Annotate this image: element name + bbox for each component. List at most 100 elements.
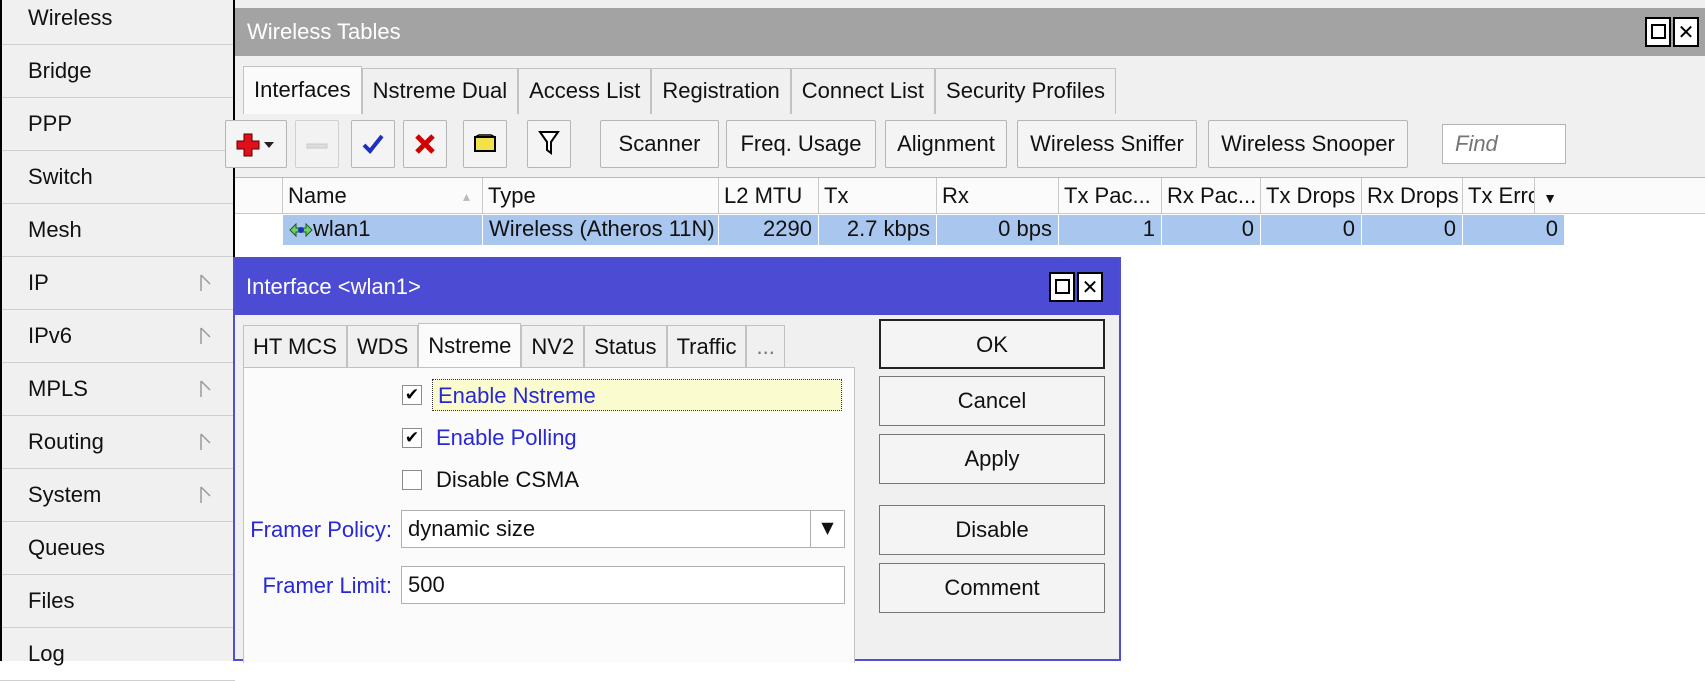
- tab-registration[interactable]: Registration: [651, 68, 791, 114]
- menu-item-log[interactable]: Log: [0, 628, 235, 681]
- menu-item-label: Wireless: [28, 5, 113, 30]
- column-header-name[interactable]: Name ▴: [283, 178, 483, 214]
- table-header: Name ▴ Type L2 MTU Tx Rx Tx Pac... Rx Pac…: [235, 178, 1705, 214]
- column-header-label: Name: [288, 183, 347, 208]
- window-titlebar[interactable]: Wireless Tables ✕: [235, 8, 1705, 56]
- cancel-button[interactable]: Cancel: [879, 376, 1105, 426]
- close-icon: ✕: [1081, 275, 1099, 299]
- dialog-maximize-button[interactable]: [1049, 272, 1075, 302]
- tab-status[interactable]: Status: [584, 325, 667, 369]
- comment-button[interactable]: [463, 120, 507, 168]
- enable-button[interactable]: [351, 120, 395, 168]
- menu-item-ip[interactable]: IP: [0, 257, 235, 310]
- column-header-rx-packets[interactable]: Rx Pac...: [1162, 178, 1261, 214]
- menu-item-label: Files: [28, 588, 75, 613]
- tab-access-list[interactable]: Access List: [518, 68, 652, 114]
- column-header-rx[interactable]: Rx: [937, 178, 1059, 214]
- dialog-titlebar[interactable]: Interface <wlan1> ✕: [235, 259, 1119, 315]
- cell-rx-drops: 0: [1362, 215, 1463, 245]
- submenu-arrow-icon: [200, 274, 211, 291]
- columns-menu-button[interactable]: ▼: [1535, 178, 1565, 214]
- find-input[interactable]: [1442, 124, 1566, 164]
- column-header-tx-packets[interactable]: Tx Pac...: [1059, 178, 1162, 214]
- maximize-button[interactable]: [1645, 17, 1671, 47]
- column-header-rx-drops[interactable]: Rx Drops: [1362, 178, 1463, 214]
- framer-limit-label: Framer Limit:: [262, 573, 392, 598]
- wireless-interface-icon: [289, 222, 313, 238]
- close-button[interactable]: ✕: [1673, 17, 1699, 47]
- filter-button[interactable]: [527, 120, 571, 168]
- tab-more[interactable]: ...: [746, 325, 785, 369]
- main-menu-list: Wireless Bridge PPP Switch Mesh IP IPv6 …: [0, 0, 235, 681]
- menu-item-files[interactable]: Files: [0, 575, 235, 628]
- submenu-arrow-icon: [200, 380, 211, 397]
- menu-item-mpls[interactable]: MPLS: [0, 363, 235, 416]
- tab-security-profiles[interactable]: Security Profiles: [935, 68, 1116, 114]
- framer-policy-select[interactable]: dynamic size ▼: [401, 510, 845, 548]
- enable-nstreme-checkbox[interactable]: ✔: [402, 385, 422, 405]
- cell-text: wlan1: [313, 216, 371, 241]
- column-header-flags[interactable]: [235, 178, 283, 214]
- menu-item-mesh[interactable]: Mesh: [0, 204, 235, 257]
- menu-item-label: Routing: [28, 429, 104, 454]
- cell-rx-packets: 0: [1162, 215, 1261, 245]
- close-icon: ✕: [1677, 20, 1695, 44]
- tab-interfaces[interactable]: Interfaces: [243, 66, 362, 114]
- tab-wds[interactable]: WDS: [346, 325, 419, 369]
- comment-button[interactable]: Comment: [879, 563, 1105, 613]
- remove-button[interactable]: [295, 120, 339, 168]
- cell-rx: 0 bps: [937, 215, 1059, 245]
- tab-connect-list[interactable]: Connect List: [790, 68, 936, 114]
- add-button[interactable]: [225, 120, 287, 168]
- column-header-tx-errors[interactable]: Tx Erro: [1463, 178, 1535, 214]
- note-icon: [474, 134, 496, 152]
- menu-item-label: Log: [28, 641, 65, 666]
- dropdown-arrow-icon[interactable]: ▼: [810, 511, 844, 547]
- interface-dialog: Interface <wlan1> ✕ HT MCS WDS Nstreme N…: [233, 257, 1121, 663]
- alignment-button[interactable]: Alignment: [885, 120, 1007, 168]
- menu-item-ppp[interactable]: PPP: [0, 98, 235, 151]
- menu-item-system[interactable]: System: [0, 469, 235, 522]
- scanner-button[interactable]: Scanner: [600, 120, 719, 168]
- wireless-sniffer-button[interactable]: Wireless Sniffer: [1017, 120, 1197, 168]
- menu-item-label: Bridge: [28, 58, 92, 83]
- enable-polling-checkbox[interactable]: ✔: [402, 428, 422, 448]
- menu-item-label: System: [28, 482, 102, 507]
- table-row[interactable]: wlan1 Wireless (Atheros 11N) 2290 2.7 kb…: [235, 215, 1705, 245]
- framer-limit-input[interactable]: 500: [401, 566, 845, 604]
- menu-item-label: PPP: [28, 111, 73, 136]
- cell-tx: 2.7 kbps: [819, 215, 937, 245]
- menu-item-routing[interactable]: Routing: [0, 416, 235, 469]
- column-header-tx-drops[interactable]: Tx Drops: [1261, 178, 1362, 214]
- add-icon: [236, 133, 274, 157]
- tab-nstreme[interactable]: Nstreme: [418, 323, 522, 369]
- menu-item-switch[interactable]: Switch: [0, 151, 235, 204]
- tab-traffic[interactable]: Traffic: [666, 325, 747, 369]
- maximize-icon: [1054, 279, 1070, 294]
- dialog-close-button[interactable]: ✕: [1077, 272, 1103, 302]
- menu-item-queues[interactable]: Queues: [0, 522, 235, 575]
- menu-item-bridge[interactable]: Bridge: [0, 45, 235, 98]
- dialog-tabs: HT MCS WDS Nstreme NV2 Status Traffic ..…: [243, 323, 785, 369]
- column-header-tx[interactable]: Tx: [819, 178, 937, 214]
- dropdown-arrow-icon: ▼: [1543, 190, 1557, 206]
- disable-csma-checkbox[interactable]: [402, 470, 422, 490]
- ok-button[interactable]: OK: [879, 319, 1105, 369]
- disable-button[interactable]: Disable: [879, 505, 1105, 555]
- column-header-type[interactable]: Type: [483, 178, 719, 214]
- tab-nv2[interactable]: NV2: [521, 325, 585, 369]
- menu-item-label: IP: [28, 270, 49, 295]
- minus-icon: [306, 143, 328, 149]
- enable-nstreme-label: Enable Nstreme: [432, 379, 842, 411]
- freq-usage-button[interactable]: Freq. Usage: [726, 120, 876, 168]
- disable-button[interactable]: [403, 120, 447, 168]
- menu-item-ipv6[interactable]: IPv6: [0, 310, 235, 363]
- wireless-snooper-button[interactable]: Wireless Snooper: [1208, 120, 1408, 168]
- column-header-l2mtu[interactable]: L2 MTU: [719, 178, 819, 214]
- menu-item-wireless[interactable]: Wireless: [0, 0, 235, 45]
- tab-nstreme-dual[interactable]: Nstreme Dual: [361, 68, 519, 114]
- menu-item-label: Switch: [28, 164, 93, 189]
- tab-ht-mcs[interactable]: HT MCS: [243, 325, 347, 369]
- x-icon: [415, 134, 435, 154]
- apply-button[interactable]: Apply: [879, 434, 1105, 484]
